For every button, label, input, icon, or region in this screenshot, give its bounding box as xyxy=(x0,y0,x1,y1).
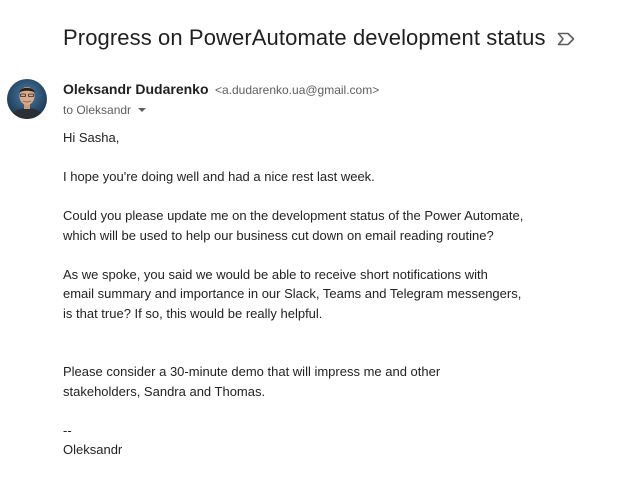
chevron-down-icon[interactable] xyxy=(138,108,147,112)
sender-line: Oleksandr Dudarenko <a.dudarenko.ua@gmai… xyxy=(63,81,379,98)
body-greeting: Hi Sasha, xyxy=(63,130,120,145)
email-subject-row: Progress on PowerAutomate development st… xyxy=(63,24,575,52)
body-paragraph-2-line-1: Could you please update me on the develo… xyxy=(63,208,524,223)
signature-separator: -- xyxy=(63,422,72,438)
recipient-text: to Oleksandr xyxy=(63,103,132,117)
avatar[interactable] xyxy=(7,79,47,119)
label-arrow-icon[interactable] xyxy=(557,32,575,46)
body-paragraph-3-line-3: is that true? If so, this would be reall… xyxy=(63,305,323,321)
sender-name[interactable]: Oleksandr Dudarenko xyxy=(63,81,209,97)
body-paragraph-1: I hope you're doing well and had a nice … xyxy=(63,169,375,184)
body-paragraph-2-line-2: which will be used to help our business … xyxy=(63,227,494,243)
body-paragraph-3-line-1: As we spoke, you said we would be able t… xyxy=(63,266,488,282)
signature-name: Oleksandr xyxy=(63,442,123,457)
recipient-line: to Oleksandr xyxy=(63,102,147,118)
email-subject: Progress on PowerAutomate development st… xyxy=(63,25,546,50)
email-body: Hi Sasha, I hope you're doing well and h… xyxy=(63,128,603,460)
body-paragraph-3-line-2: email summary and importance in our Slac… xyxy=(63,286,522,301)
sender-email: <a.dudarenko.ua@gmail.com> xyxy=(214,83,380,97)
body-paragraph-4-line-1: Please consider a 30-minute demo that wi… xyxy=(63,364,441,379)
avatar-photo xyxy=(7,79,47,119)
body-paragraph-4-line-2: stakeholders, Sandra and Thomas. xyxy=(63,383,266,399)
